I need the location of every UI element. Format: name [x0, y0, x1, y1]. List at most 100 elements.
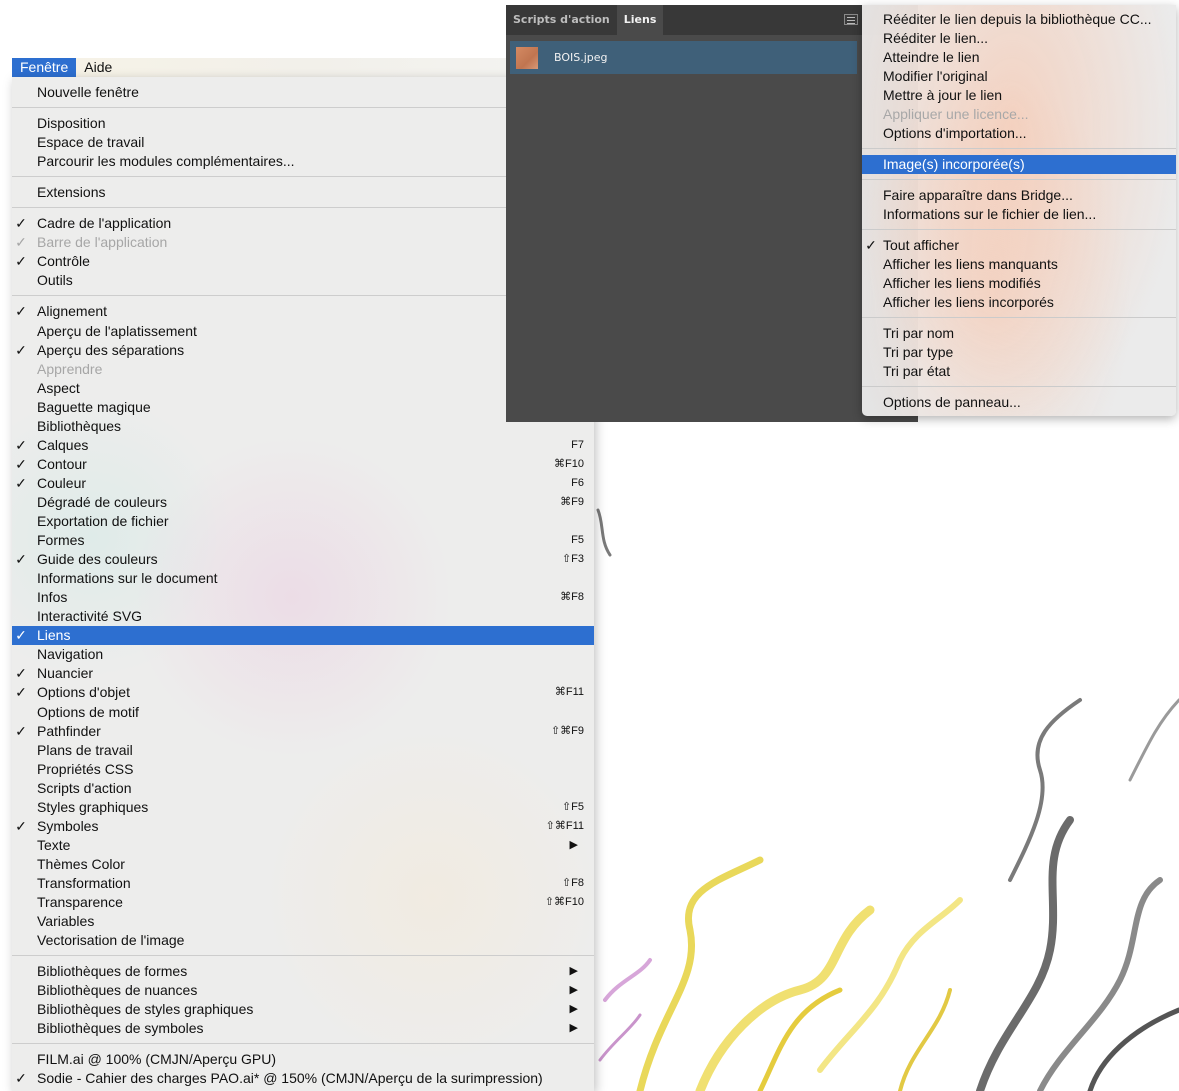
- menu-item-proprietes-css[interactable]: Propriétés CSS: [12, 760, 594, 779]
- menu-item-degrade-de-couleurs[interactable]: Dégradé de couleurs ⌘F9: [12, 493, 594, 512]
- checkmark-icon: ✓: [15, 455, 27, 472]
- links-menu-item-tout-afficher[interactable]: ✓ Tout afficher: [862, 236, 1176, 255]
- menu-item-texte[interactable]: Texte ▶: [12, 836, 594, 855]
- menu-item-themes-color[interactable]: Thèmes Color: [12, 855, 594, 874]
- menu-item-pathfinder[interactable]: ✓ Pathfinder ⇧⌘F9: [12, 722, 594, 741]
- menu-item-label: Formes: [37, 532, 85, 549]
- links-menu-item-reediter-le-lien[interactable]: Rééditer le lien...: [862, 29, 1176, 48]
- menu-item-label: Variables: [37, 913, 95, 930]
- menu-item-label: Thèmes Color: [37, 855, 125, 872]
- menu-item-options-d-objet[interactable]: ✓ Options d'objet ⌘F11: [12, 683, 594, 702]
- submenu-arrow-icon: ▶: [569, 1022, 578, 1035]
- links-menu-item-afficher-les-liens-modifies[interactable]: Afficher les liens modifiés: [862, 274, 1176, 293]
- links-panel-menu: Rééditer le lien depuis la bibliothèque …: [862, 5, 1176, 416]
- menu-item-sodie-cahier-des-charges-pao-ai-150-cmjn-apercu-de-la-surimpression[interactable]: ✓ Sodie - Cahier des charges PAO.ai* @ 15…: [12, 1069, 594, 1088]
- links-menu-item-tri-par-nom[interactable]: Tri par nom: [862, 324, 1176, 343]
- menu-item-label: Atteindre le lien: [883, 49, 980, 65]
- links-menu-item-afficher-les-liens-manquants[interactable]: Afficher les liens manquants: [862, 255, 1176, 274]
- menu-item-symboles[interactable]: ✓ Symboles ⇧⌘F11: [12, 817, 594, 836]
- menu-item-label: Image(s) incorporée(s): [883, 156, 1025, 172]
- menu-item-label: Bibliothèques de styles graphiques: [37, 1001, 254, 1018]
- menu-item-bibliotheques-de-formes[interactable]: Bibliothèques de formes ▶: [12, 962, 594, 981]
- menu-item-label: Couleur: [37, 474, 87, 491]
- menu-item-informations-sur-le-document[interactable]: Informations sur le document: [12, 569, 594, 588]
- menu-item-couleur[interactable]: ✓ Couleur F6: [12, 474, 594, 493]
- links-menu-item-options-de-panneau[interactable]: Options de panneau...: [862, 393, 1176, 412]
- menu-item-label: Outils: [37, 272, 73, 289]
- link-row[interactable]: BOIS.jpeg: [510, 41, 857, 74]
- menu-item-label: Symboles: [37, 817, 99, 834]
- menu-item-label: Pathfinder: [37, 722, 101, 739]
- menu-item-label: Options d'importation...: [883, 125, 1027, 141]
- menu-item-label: Apprendre: [37, 360, 103, 377]
- links-menu-item-afficher-les-liens-incorpores[interactable]: Afficher les liens incorporés: [862, 293, 1176, 312]
- menu-item-label: Bibliothèques de nuances: [37, 982, 198, 999]
- tab-scripts-action[interactable]: Scripts d'action: [506, 5, 617, 35]
- menu-item-formes[interactable]: Formes F5: [12, 531, 594, 550]
- menu-item-film-ai-100-cmjn-apercu-gpu[interactable]: FILM.ai @ 100% (CMJN/Aperçu GPU): [12, 1050, 594, 1069]
- menu-item-guide-des-couleurs[interactable]: ✓ Guide des couleurs ⇧F3: [12, 550, 594, 569]
- menu-item-liens[interactable]: ✓ Liens: [12, 626, 594, 646]
- keyboard-shortcut: F7: [571, 438, 584, 451]
- menu-item-plans-de-travail[interactable]: Plans de travail: [12, 741, 594, 760]
- menu-item-label: Contrôle: [37, 253, 90, 270]
- links-menu-item-modifier-l-original[interactable]: Modifier l'original: [862, 67, 1176, 86]
- keyboard-shortcut: ⇧⌘F11: [545, 819, 584, 832]
- menu-fenetre[interactable]: Fenêtre: [12, 58, 77, 77]
- checkmark-icon: ✓: [15, 722, 27, 739]
- menu-item-navigation[interactable]: Navigation: [12, 645, 594, 664]
- checkmark-icon: ✓: [15, 627, 27, 644]
- menu-item-label: Contour: [37, 455, 87, 472]
- menu-item-exportation-de-fichier[interactable]: Exportation de fichier: [12, 512, 594, 531]
- menu-item-contour[interactable]: ✓ Contour ⌘F10: [12, 455, 594, 474]
- menu-item-variables[interactable]: Variables: [12, 912, 594, 931]
- menu-item-vectorisation-de-l-image[interactable]: Vectorisation de l'image: [12, 931, 594, 950]
- menu-item-label: Espace de travail: [37, 134, 145, 151]
- menu-item-bibliotheques-de-symboles[interactable]: Bibliothèques de symboles ▶: [12, 1019, 594, 1038]
- links-menu-item-tri-par-etat[interactable]: Tri par état: [862, 362, 1176, 381]
- menu-separator: [862, 317, 1176, 318]
- menu-item-label: Scripts d'action: [37, 779, 132, 796]
- checkmark-icon: ✓: [15, 1070, 27, 1087]
- menu-item-label: Options de panneau...: [883, 394, 1021, 410]
- menu-item-label: Faire apparaître dans Bridge...: [883, 187, 1073, 203]
- menu-item-bibliotheques-de-nuances[interactable]: Bibliothèques de nuances ▶: [12, 981, 594, 1000]
- menu-aide[interactable]: Aide: [76, 58, 120, 77]
- menu-item-scripts-d-action[interactable]: Scripts d'action: [12, 779, 594, 798]
- checkmark-icon: ✓: [15, 665, 27, 682]
- menu-item-label: Tri par type: [883, 344, 954, 360]
- links-menu-item-options-d-importation[interactable]: Options d'importation...: [862, 124, 1176, 143]
- keyboard-shortcut: ⇧⌘F10: [544, 896, 584, 908]
- menu-item-nuancier[interactable]: ✓ Nuancier: [12, 664, 594, 683]
- menu-item-label: Rééditer le lien...: [883, 30, 989, 46]
- menu-item-options-de-motif[interactable]: Options de motif: [12, 703, 594, 722]
- menu-item-infos[interactable]: Infos ⌘F8: [12, 588, 594, 607]
- menu-item-transparence[interactable]: Transparence ⇧⌘F10: [12, 893, 594, 912]
- menu-item-label: Bibliothèques: [37, 417, 122, 434]
- menu-item-calques[interactable]: ✓ Calques F7: [12, 436, 594, 455]
- links-menu-item-appliquer-une-licence: Appliquer une licence...: [862, 105, 1176, 124]
- links-menu-item-informations-sur-le-fichier-de-lien[interactable]: Informations sur le fichier de lien...: [862, 205, 1176, 224]
- keyboard-shortcut: F6: [571, 476, 584, 489]
- menu-item-transformation[interactable]: Transformation ⇧F8: [12, 874, 594, 893]
- links-menu-item-reediter-le-lien-depuis-la-bibliotheque-cc[interactable]: Rééditer le lien depuis la bibliothèque …: [862, 10, 1176, 29]
- checkmark-icon: ✓: [15, 253, 27, 270]
- links-menu-item-faire-apparaitre-dans-bridge[interactable]: Faire apparaître dans Bridge...: [862, 186, 1176, 205]
- keyboard-shortcut: ⇧F8: [561, 876, 584, 889]
- links-panel: Scripts d'action Liens BOIS.jpeg: [506, 5, 918, 422]
- menu-item-bibliotheques-de-styles-graphiques[interactable]: Bibliothèques de styles graphiques ▶: [12, 1000, 594, 1019]
- checkmark-icon: ✓: [15, 234, 27, 251]
- panel-menu-icon[interactable]: [844, 14, 858, 25]
- links-menu-item-image-s-incorporee-s[interactable]: Image(s) incorporée(s): [862, 155, 1176, 174]
- image-thumbnail: [516, 46, 538, 69]
- links-menu-item-mettre-a-jour-le-lien[interactable]: Mettre à jour le lien: [862, 86, 1176, 105]
- menu-item-styles-graphiques[interactable]: Styles graphiques ⇧F5: [12, 798, 594, 817]
- menu-item-label: Alignement: [37, 303, 108, 320]
- menu-item-interactivite-svg[interactable]: Interactivité SVG: [12, 607, 594, 626]
- menu-item-label: Barre de l'application: [37, 234, 168, 251]
- menu-item-label: Aspect: [37, 379, 80, 396]
- links-menu-item-atteindre-le-lien[interactable]: Atteindre le lien: [862, 48, 1176, 67]
- tab-liens[interactable]: Liens: [616, 5, 664, 35]
- menu-item-label: FILM.ai @ 100% (CMJN/Aperçu GPU): [37, 1051, 277, 1068]
- links-menu-item-tri-par-type[interactable]: Tri par type: [862, 343, 1176, 362]
